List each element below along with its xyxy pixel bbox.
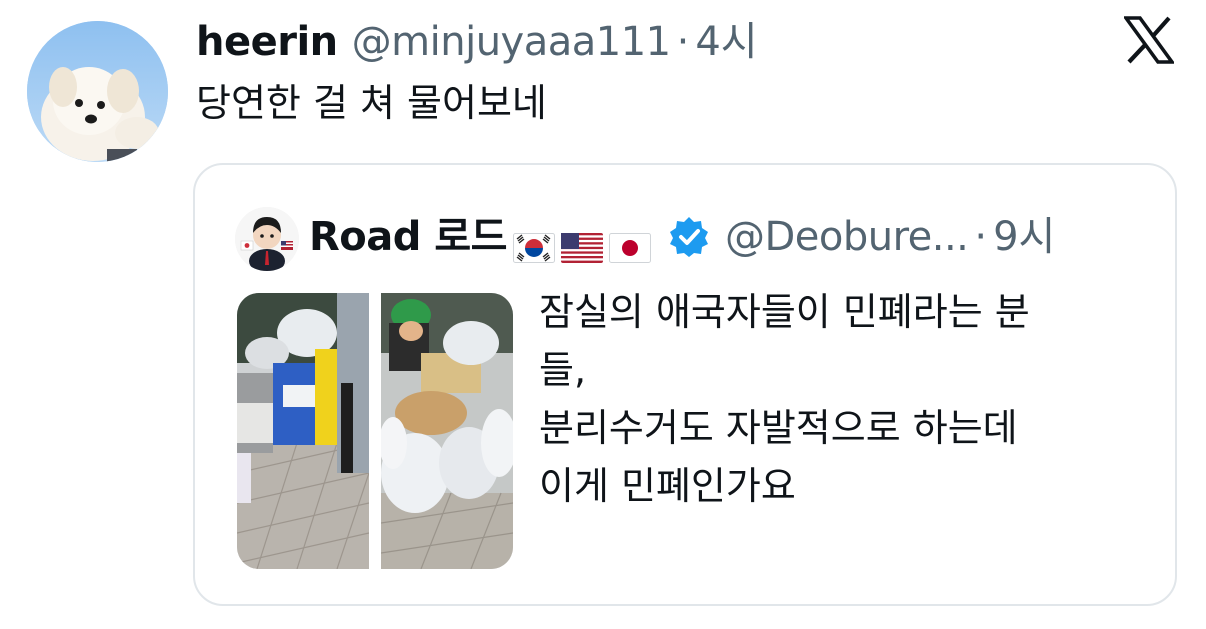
quoted-text-line: 들, [539,348,587,392]
photo-recycling-boxes[interactable] [237,293,370,569]
tweet-header: heerin @minjuyaaa111 · 4시 [196,14,758,70]
quoted-tweet-timestamp[interactable]: 9시 [993,209,1055,265]
photo-trash-bags[interactable] [379,293,513,569]
quoted-author-name[interactable]: Road 로드 [309,209,507,265]
author-handle[interactable]: @minjuyaaa111 [352,14,671,70]
quoted-text-line: 잠실의 애국자들이 민폐라는 분 [539,290,1030,334]
quoted-author-handle[interactable]: @Deobure... [725,209,969,265]
separator-dot: · [974,214,988,260]
quoted-tweet-media[interactable] [237,293,513,569]
quoted-tweet-text: 잠실의 애국자들이 민폐라는 분 들, 분리수거도 자발적으로 하는데 이게 민… [539,283,1030,515]
verified-badge-icon [669,217,708,257]
separator-dot: · [676,19,690,65]
us-flag-icon [560,222,603,263]
x-logo-icon[interactable] [1122,16,1176,64]
quoted-text-line: 분리수거도 자발적으로 하는데 [539,406,1018,450]
author-avatar[interactable] [27,21,168,162]
kr-flag-icon [512,222,555,263]
quoted-tweet-header: Road 로드 @Deobure... · 9시 [309,209,1055,265]
tweet-timestamp[interactable]: 4시 [695,14,757,70]
quoted-text-line: 이게 민폐인가요 [539,464,796,508]
tweet-text: 당연한 걸 쳐 물어보네 [196,81,547,125]
author-name[interactable]: heerin [196,14,338,70]
quoted-tweet-card[interactable]: Road 로드 @Deobure... · 9시 잠실의 애국자들이 민폐라는 … [193,163,1177,606]
quoted-author-avatar[interactable] [235,207,299,271]
jp-flag-icon [608,222,651,263]
